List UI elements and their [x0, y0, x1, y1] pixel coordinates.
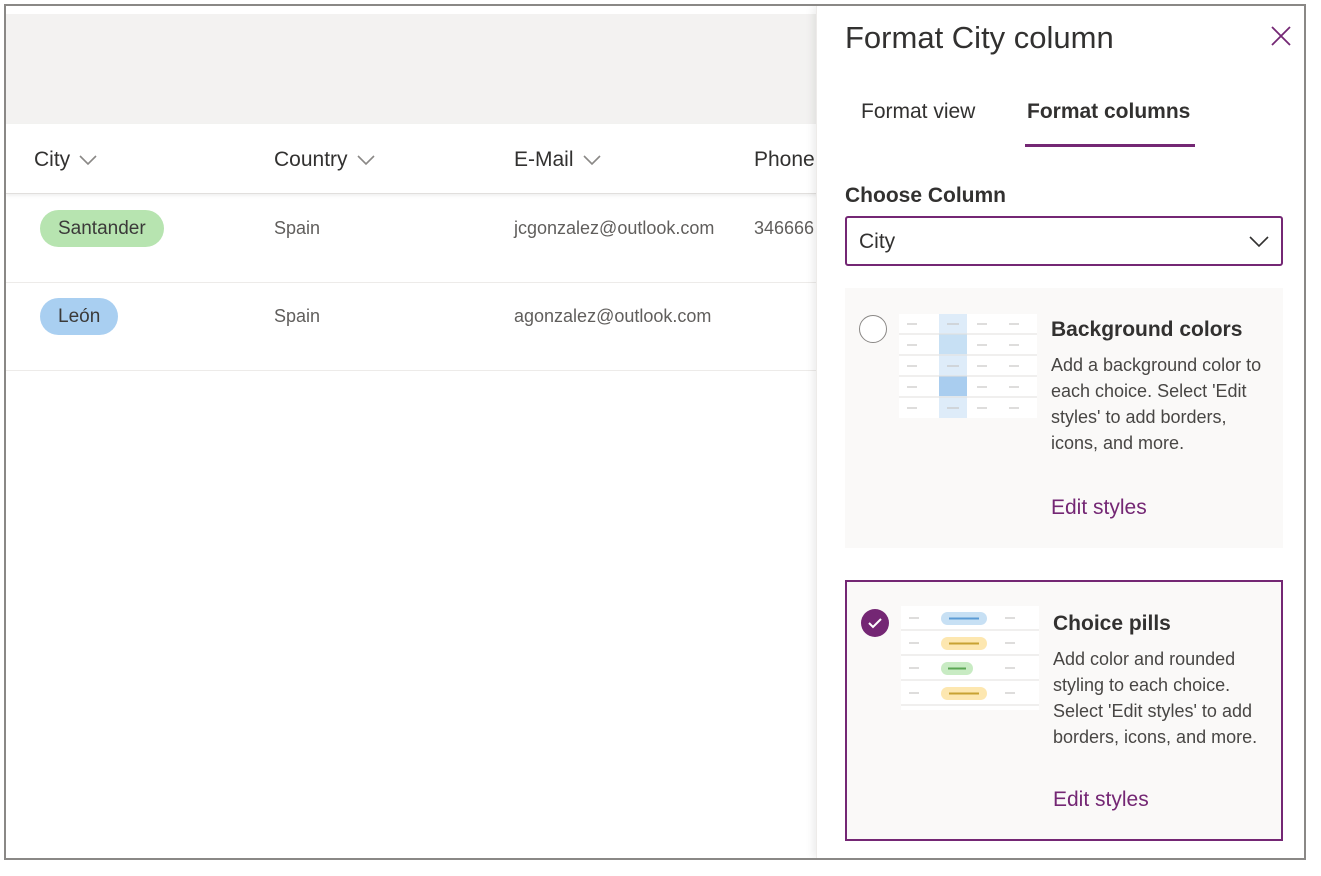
column-header-phone[interactable]: Phone: [754, 148, 815, 172]
tab-format-columns[interactable]: Format columns: [1027, 100, 1190, 124]
app-window: City Country E-Mail Phone Santander Spai…: [4, 4, 1306, 860]
format-column-panel: Format City column Format view Format co…: [816, 6, 1304, 858]
country-cell: Spain: [274, 306, 321, 326]
close-icon[interactable]: [1269, 24, 1293, 48]
chevron-down-icon: [356, 155, 375, 166]
country-cell: Spain: [274, 218, 321, 238]
table-row[interactable]: León Spain agonzalez@outlook.com: [6, 283, 818, 371]
checkmark-icon: [868, 618, 882, 629]
column-select[interactable]: City: [845, 216, 1283, 266]
chevron-down-icon: [582, 155, 601, 166]
column-header-city[interactable]: City: [34, 148, 97, 172]
panel-title: Format City column: [845, 20, 1114, 55]
city-pill: León: [40, 298, 119, 335]
radio-checked[interactable]: [861, 609, 889, 637]
phone-cell: 346666: [754, 218, 815, 238]
column-header-label: Country: [274, 148, 348, 171]
tab-format-view[interactable]: Format view: [861, 100, 975, 124]
city-pill: Santander: [40, 210, 164, 247]
active-tab-indicator: [1025, 144, 1195, 147]
list-view: City Country E-Mail Phone Santander Spai…: [6, 6, 818, 858]
option-description: Add a background color to each choice. S…: [1051, 355, 1262, 453]
column-header-row: City Country E-Mail Phone: [6, 124, 818, 194]
column-header-label: E-Mail: [514, 148, 574, 171]
column-header-label: Phone: [754, 148, 815, 171]
email-cell: jcgonzalez@outlook.com: [514, 218, 715, 238]
radio-unchecked[interactable]: [859, 315, 887, 343]
chevron-down-icon: [79, 155, 97, 166]
option-choice-pills[interactable]: Choice pills Add color and rounded styli…: [845, 580, 1283, 841]
column-header-label: City: [34, 148, 71, 171]
option-title: Choice pills: [1053, 612, 1171, 635]
choose-column-label: Choose Column: [845, 184, 1006, 207]
background-colors-preview-icon: [899, 314, 1037, 418]
choice-pills-preview-icon: [901, 606, 1039, 710]
option-description: Add color and rounded styling to each ch…: [1053, 649, 1258, 747]
option-background-colors[interactable]: Background colors Add a background color…: [845, 288, 1283, 548]
edit-styles-link[interactable]: Edit styles: [1051, 496, 1147, 520]
column-header-email[interactable]: E-Mail: [514, 148, 601, 172]
command-bar: [6, 14, 818, 124]
chevron-down-icon: [1249, 236, 1269, 248]
column-select-value: City: [859, 230, 896, 253]
email-cell: agonzalez@outlook.com: [514, 306, 712, 326]
option-title: Background colors: [1051, 318, 1243, 341]
column-header-country[interactable]: Country: [274, 148, 375, 172]
edit-styles-link[interactable]: Edit styles: [1053, 788, 1149, 812]
table-row[interactable]: Santander Spain jcgonzalez@outlook.com 3…: [6, 195, 818, 283]
